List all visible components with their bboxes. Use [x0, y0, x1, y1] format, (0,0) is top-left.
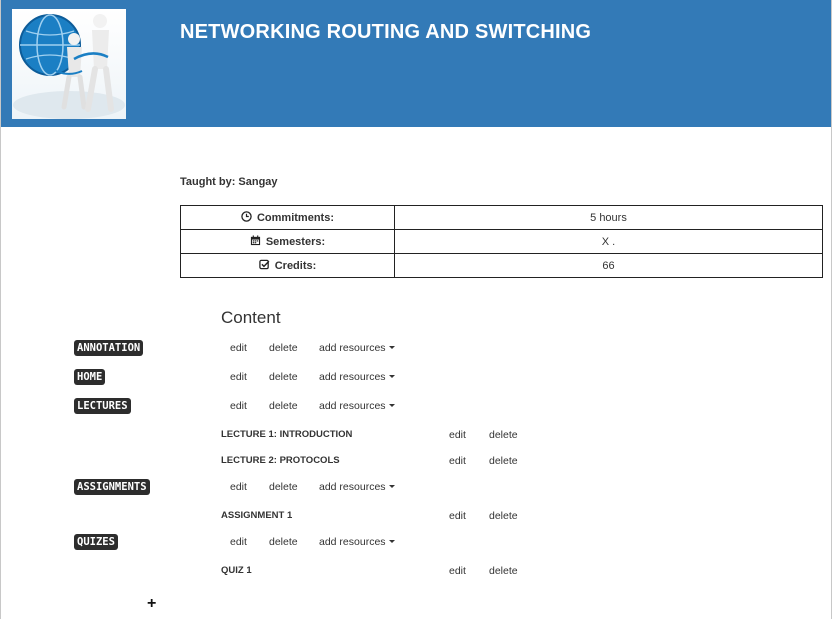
section-row-home: HOME edit delete add resources	[1, 369, 831, 389]
item-title[interactable]: QUIZ 1	[221, 565, 252, 576]
taught-by-label: Taught by:	[180, 176, 236, 188]
edit-link[interactable]: edit	[230, 481, 247, 493]
section-badge-annotation[interactable]: ANNOTATION	[74, 340, 144, 356]
edit-link[interactable]: edit	[230, 536, 247, 548]
instructor-line: Taught by: Sangay	[180, 176, 278, 188]
caret-down-icon	[388, 404, 395, 407]
content-heading: Content	[221, 308, 281, 327]
course-info-table: Commitments: 5 hours Semesters: X . Cred…	[180, 205, 823, 278]
add-resources-label: add resources	[319, 481, 386, 493]
add-resources-label: add resources	[319, 371, 386, 383]
add-resources-dropdown[interactable]: add resources	[319, 371, 395, 383]
commitments-value: 5 hours	[394, 205, 823, 230]
calendar-icon	[250, 235, 260, 246]
semesters-label: Semesters:	[265, 236, 326, 248]
credits-value: 66	[394, 253, 823, 278]
delete-link[interactable]: delete	[489, 565, 518, 577]
semesters-row: Semesters: X .	[180, 229, 823, 254]
credits-row: Credits: 66	[180, 253, 823, 278]
semesters-label-cell: Semesters:	[180, 229, 395, 254]
item-title[interactable]: LECTURE 2: PROTOCOLS	[221, 455, 340, 466]
edit-link[interactable]: edit	[449, 510, 466, 522]
section-badge-assignments[interactable]: ASSIGNMENTS	[74, 479, 150, 495]
add-resources-label: add resources	[319, 536, 386, 548]
delete-link[interactable]: delete	[269, 371, 298, 383]
delete-link[interactable]: delete	[269, 400, 298, 412]
add-resources-dropdown[interactable]: add resources	[319, 481, 395, 493]
commitments-label-cell: Commitments:	[180, 205, 395, 230]
list-item-quiz-1: QUIZ 1 edit delete	[1, 565, 831, 581]
edit-link[interactable]: edit	[230, 400, 247, 412]
section-badge-quizes[interactable]: QUIZES	[74, 534, 118, 550]
add-resources-dropdown[interactable]: add resources	[319, 536, 395, 548]
add-resources-dropdown[interactable]: add resources	[319, 342, 395, 354]
edit-link[interactable]: edit	[230, 371, 247, 383]
section-row-quizes: QUIZES edit delete add resources	[1, 534, 831, 554]
delete-link[interactable]: delete	[489, 429, 518, 441]
edit-link[interactable]: edit	[449, 565, 466, 577]
instructor-name: Sangay	[238, 176, 278, 188]
list-item-assignment-1: ASSIGNMENT 1 edit delete	[1, 510, 831, 526]
check-square-icon	[258, 259, 270, 270]
section-row-assignments: ASSIGNMENTS edit delete add resources	[1, 479, 831, 499]
add-resources-dropdown[interactable]: add resources	[319, 400, 395, 412]
credits-label-cell: Credits:	[180, 253, 395, 278]
section-row-lectures: LECTURES edit delete add resources	[1, 398, 831, 418]
section-badge-home[interactable]: HOME	[74, 369, 106, 385]
section-badge-lectures[interactable]: LECTURES	[74, 398, 131, 414]
page-title: NETWORKING ROUTING AND SWITCHING	[180, 21, 592, 43]
credits-label: Credits:	[274, 260, 317, 272]
semesters-value: X .	[394, 229, 823, 254]
delete-link[interactable]: delete	[269, 342, 298, 354]
edit-link[interactable]: edit	[449, 429, 466, 441]
header-banner: NETWORKING ROUTING AND SWITCHING	[1, 0, 831, 127]
delete-link[interactable]: delete	[489, 455, 518, 467]
edit-link[interactable]: edit	[230, 342, 247, 354]
delete-link[interactable]: delete	[269, 481, 298, 493]
clock-icon	[241, 211, 252, 222]
add-resources-label: add resources	[319, 400, 386, 412]
caret-down-icon	[388, 540, 395, 543]
list-item-lecture-2: LECTURE 2: PROTOCOLS edit delete	[1, 455, 831, 471]
commitments-row: Commitments: 5 hours	[180, 205, 823, 230]
caret-down-icon	[388, 375, 395, 378]
edit-link[interactable]: edit	[449, 455, 466, 467]
commitments-label: Commitments:	[256, 212, 334, 224]
add-section-button[interactable]: +	[147, 596, 156, 612]
add-resources-label: add resources	[319, 342, 386, 354]
caret-down-icon	[388, 346, 395, 349]
caret-down-icon	[388, 485, 395, 488]
list-item-lecture-1: LECTURE 1: INTRODUCTION edit delete	[1, 429, 831, 445]
section-row-annotation: ANNOTATION edit delete add resources	[1, 340, 831, 360]
item-title[interactable]: LECTURE 1: INTRODUCTION	[221, 429, 352, 440]
delete-link[interactable]: delete	[269, 536, 298, 548]
delete-link[interactable]: delete	[489, 510, 518, 522]
networking-logo	[12, 9, 126, 119]
item-title[interactable]: ASSIGNMENT 1	[221, 510, 292, 521]
